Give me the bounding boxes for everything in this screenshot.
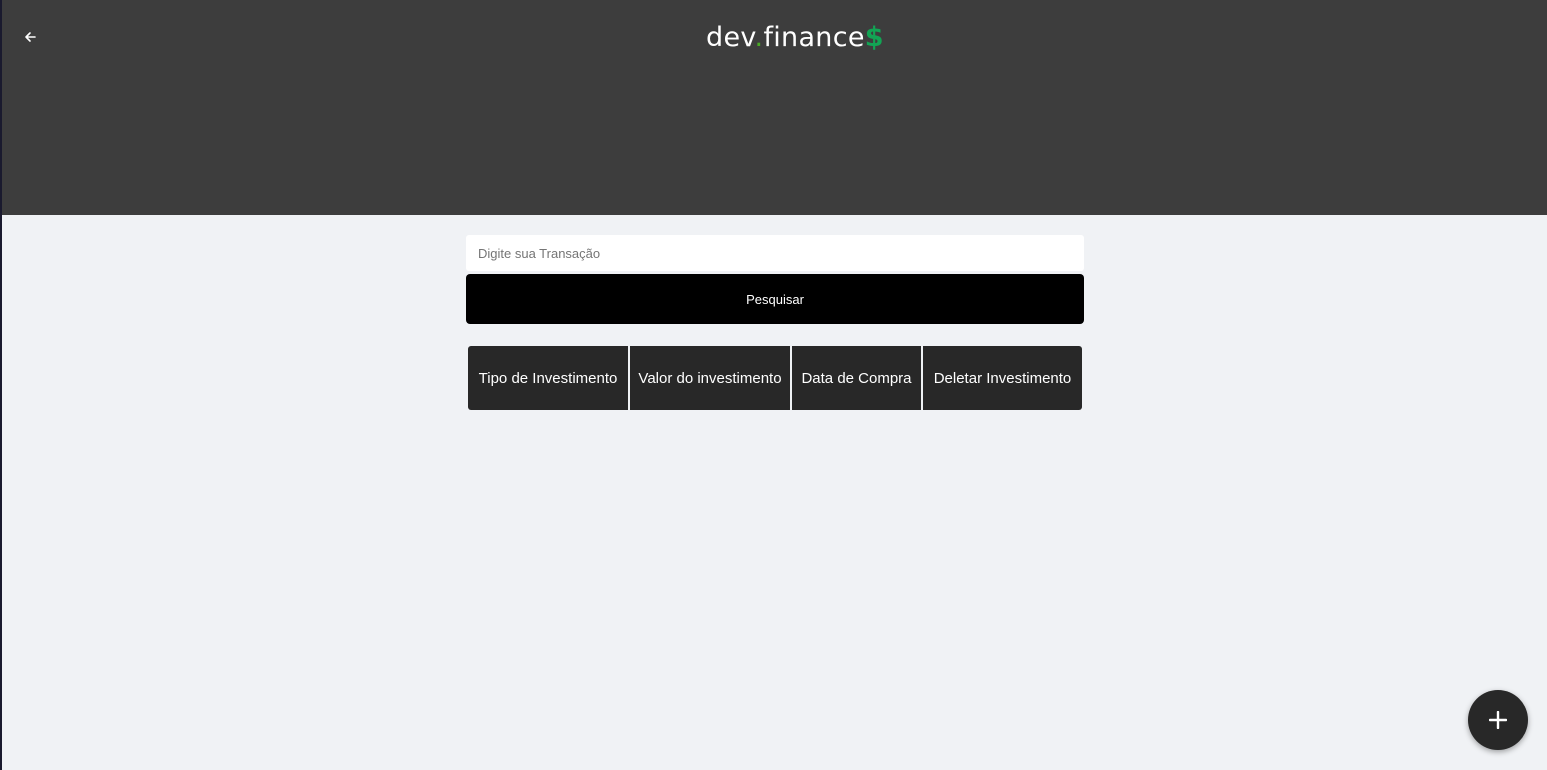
- column-header-delete: Deletar Investimento: [923, 346, 1082, 410]
- column-header-type: Tipo de Investimento: [468, 346, 628, 410]
- column-header-date: Data de Compra: [792, 346, 921, 410]
- search-input[interactable]: [466, 235, 1084, 271]
- logo-text-finance: finance: [763, 22, 865, 53]
- search-button-label: Pesquisar: [746, 291, 804, 307]
- add-investment-button[interactable]: [1468, 690, 1528, 750]
- column-header-value: Valor do investimento: [630, 346, 790, 410]
- app-logo: dev.finance$: [706, 20, 884, 56]
- app-frame: dev.finance$ Pesquisar Tipo de Investime…: [2, 0, 1547, 770]
- page-header: dev.finance$: [2, 0, 1547, 215]
- back-button[interactable]: [20, 27, 40, 47]
- search-button[interactable]: Pesquisar: [466, 274, 1084, 324]
- investments-table-header: Tipo de Investimento Valor do investimen…: [468, 346, 1082, 410]
- logo-text-dev: dev: [706, 22, 755, 53]
- arrow-left-icon: [25, 32, 36, 42]
- plus-icon: [1489, 711, 1507, 729]
- logo-dollar-symbol: $: [864, 22, 884, 53]
